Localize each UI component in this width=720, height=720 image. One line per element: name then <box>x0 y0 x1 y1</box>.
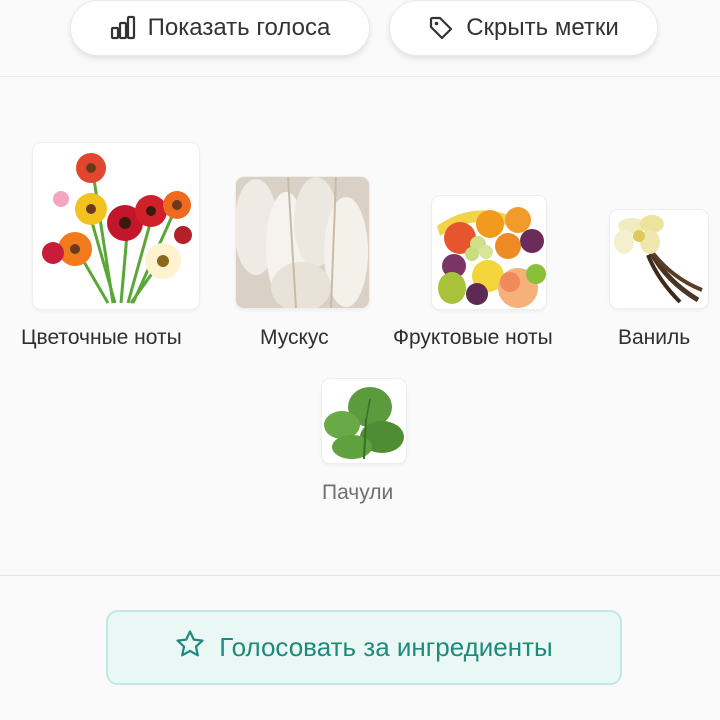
star-icon <box>175 629 205 666</box>
top-toolbar: Показать голоса Скрыть метки <box>0 0 720 77</box>
patchouli-image <box>322 379 406 463</box>
note-label: Мускус <box>260 326 329 349</box>
flowers-image <box>33 143 199 309</box>
hide-tags-label: Скрыть метки <box>466 14 619 41</box>
tag-icon <box>428 15 454 41</box>
note-label: Фруктовые ноты <box>393 326 553 349</box>
vote-ingredients-button[interactable]: Голосовать за ингредиенты <box>106 610 622 685</box>
vote-label: Голосовать за ингредиенты <box>219 632 553 662</box>
note-label: Цветочные ноты <box>21 326 182 349</box>
fruits-image <box>432 196 546 309</box>
note-label: Пачули <box>322 481 394 504</box>
show-votes-button[interactable]: Показать голоса <box>70 0 370 56</box>
note-label: Ваниль <box>618 326 691 349</box>
bar-chart-icon <box>110 15 136 41</box>
divider <box>0 575 720 576</box>
show-votes-label: Показать голоса <box>147 14 331 41</box>
vanilla-image <box>610 210 708 308</box>
notes-cloud: Цветочные ноты Мускус Фруктовые ноты Ван… <box>0 77 720 575</box>
hide-tags-button[interactable]: Скрыть метки <box>389 0 658 56</box>
musk-image <box>236 177 369 308</box>
